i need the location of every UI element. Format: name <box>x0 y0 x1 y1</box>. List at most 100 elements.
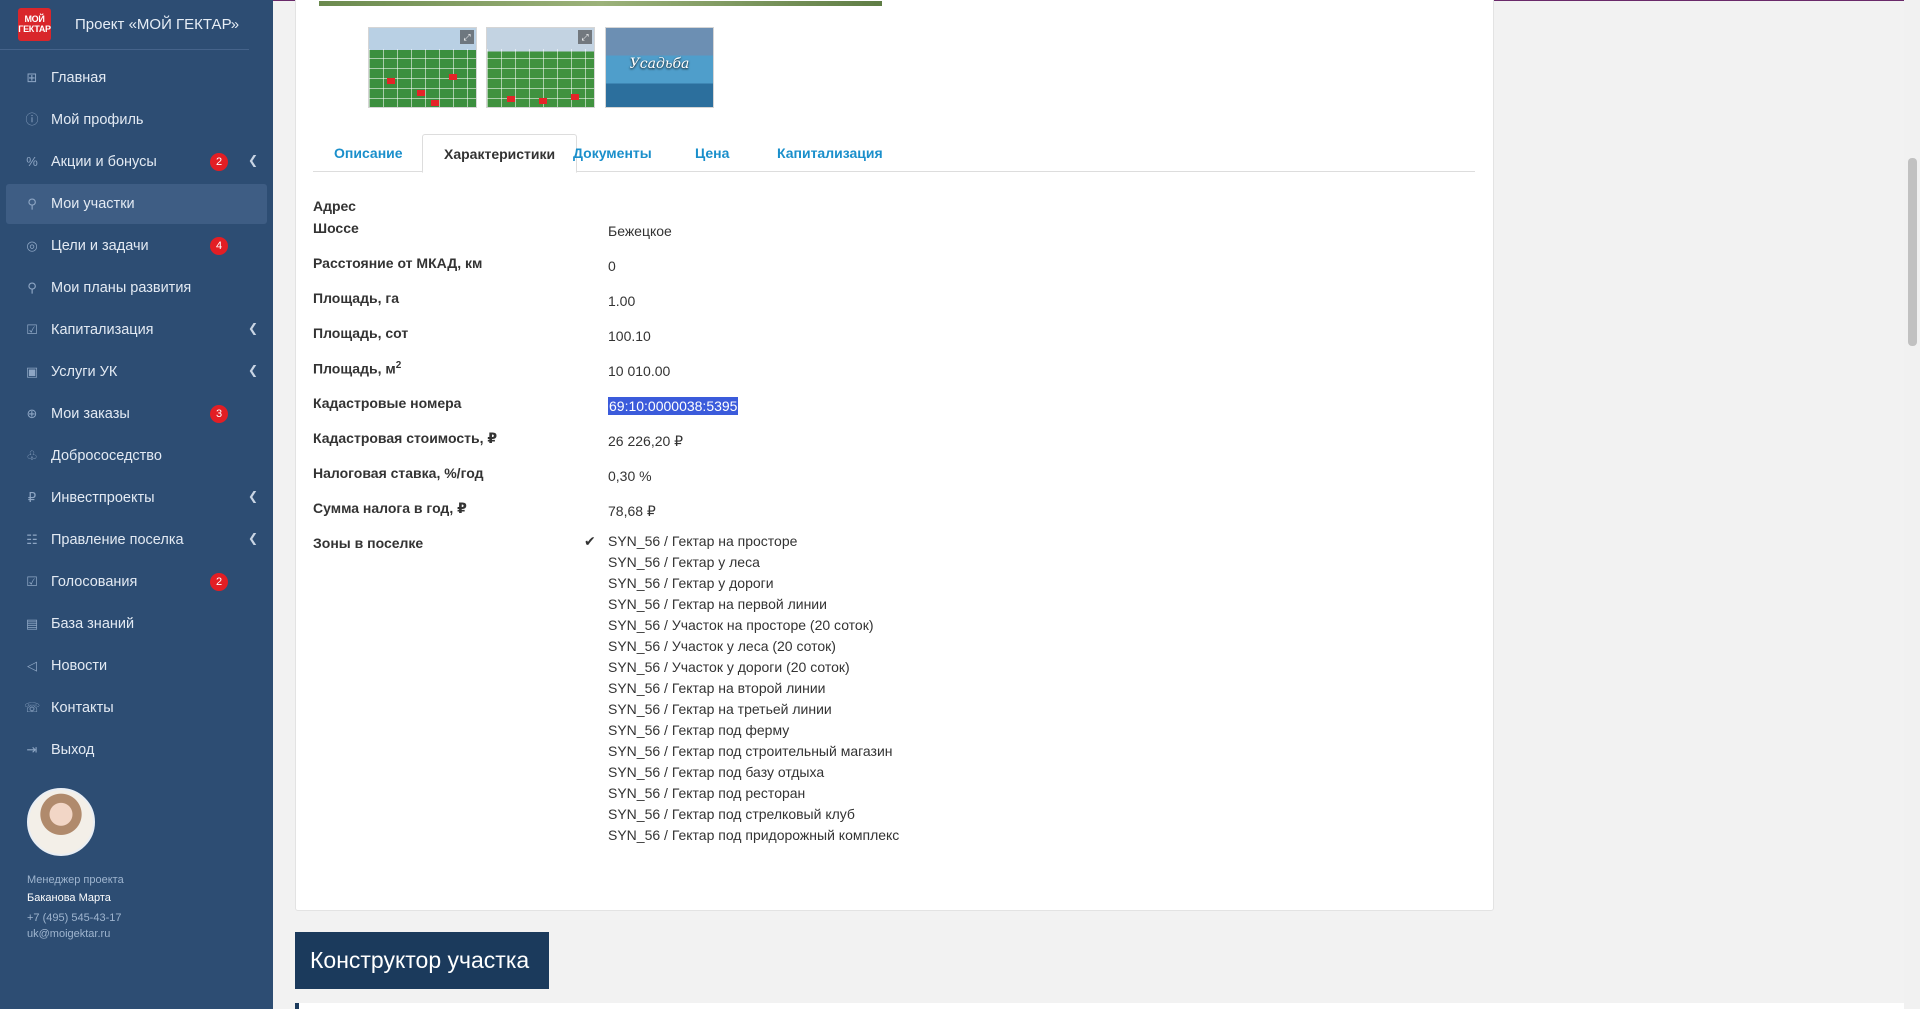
zone-item: SYN_56 / Гектар на просторе <box>608 533 798 549</box>
sidebar-item-label: Добрососедство <box>51 448 162 464</box>
zone-item: SYN_56 / Участок у леса (20 соток) <box>608 638 836 654</box>
sidebar-item-label: Правление поселка <box>51 532 184 548</box>
tax-rate-label: Налоговая ставка, %/год <box>313 465 484 481</box>
grid-icon: ⊞ <box>26 70 38 85</box>
address-label: Адрес <box>313 198 356 214</box>
shopping-bag-icon: ▣ <box>25 364 39 379</box>
project-manager-card: Менеджер проекта Баканова Марта +7 (495)… <box>27 788 247 940</box>
sidebar-item-5[interactable]: ⚲ Мои планы развития <box>6 268 267 308</box>
tab-price[interactable]: Цена <box>674 134 750 172</box>
chevron-left-icon: ❮ <box>248 489 259 503</box>
tab-documents[interactable]: Документы <box>552 134 673 172</box>
zones-label: Зоны в поселке <box>313 535 424 551</box>
sidebar-item-label: Услуги УК <box>51 364 118 380</box>
manager-role: Менеджер проекта <box>27 874 124 886</box>
map-pin-icon: ⚲ <box>27 196 37 211</box>
zone-item: SYN_56 / Гектар на первой линии <box>608 596 827 612</box>
zone-item: SYN_56 / Гектар под придорожный комплекс <box>608 827 900 843</box>
logo[interactable]: МОЙ ГЕКТАР <box>18 8 51 41</box>
book-icon: ▤ <box>25 616 39 631</box>
sidebar: МОЙ ГЕКТАР Проект «МОЙ ГЕКТАР» ⊞ Главная ⓘ… <box>0 0 273 1009</box>
expand-icon: ⤢ <box>460 30 474 44</box>
zones-list: ✔ SYN_56 / Гектар на просторе SYN_56 / Ге… <box>584 531 900 846</box>
megaphone-icon: ◁ <box>27 658 37 673</box>
zone-item: SYN_56 / Гектар под ресторан <box>608 785 806 801</box>
check-square-icon: ☑ <box>26 574 38 589</box>
sidebar-item-6[interactable]: ☑ Капитализация ❮ <box>6 310 267 350</box>
notification-badge: 2 <box>210 153 228 171</box>
highway-label: Шоссе <box>313 220 359 236</box>
thumbnail-aerial-plots-2[interactable]: ⤢ <box>486 27 595 108</box>
notification-badge: 3 <box>210 405 228 423</box>
sidebar-item-11[interactable]: ☷ Правление поселка ❮ <box>6 520 267 560</box>
logout-icon: ⇥ <box>26 742 38 757</box>
manager-email[interactable]: uk@moigektar.ru <box>27 928 247 940</box>
tab-description[interactable]: Описание <box>313 134 424 172</box>
zone-item: SYN_56 / Гектар под стрелковый клуб <box>608 806 855 822</box>
notification-badge: 2 <box>210 573 228 591</box>
page-scrollbar[interactable] <box>1904 0 1920 1009</box>
sidebar-item-3[interactable]: ⚲ Мои участки <box>6 184 267 224</box>
sidebar-item-12[interactable]: ☑ Голосования 2 <box>6 562 267 602</box>
sidebar-item-8[interactable]: ⊕ Мои заказы 3 <box>6 394 267 434</box>
manager-name: Баканова Марта <box>27 892 111 904</box>
phone-icon: ☏ <box>24 700 41 715</box>
expand-icon: ⤢ <box>578 30 592 44</box>
users-icon: ☷ <box>26 532 38 547</box>
plot-marker <box>387 78 395 84</box>
plot-marker <box>431 100 439 106</box>
sidebar-item-2[interactable]: % Акции и бонусы 2 ❮ <box>6 142 267 182</box>
manager-avatar <box>27 788 95 856</box>
plot-marker <box>417 90 425 96</box>
thumbnail-aerial-plots-1[interactable]: ⤢ <box>368 27 477 108</box>
sidebar-nav: ⊞ Главная ⓘ Мой профиль% Акции и бонусы 2 ❮ ⚲ Мо… <box>0 58 273 770</box>
brand[interactable]: МОЙ ГЕКТАР Проект «МОЙ ГЕКТАР» <box>0 0 249 50</box>
plot-marker <box>539 98 547 104</box>
sidebar-item-4[interactable]: ◎ Цели и задачи 4 <box>6 226 267 266</box>
sidebar-item-7[interactable]: ▣ Услуги УК ❮ <box>6 352 267 392</box>
manager-phone[interactable]: +7 (495) 545-43-17 <box>27 912 247 924</box>
tax-sum-label: Сумма налога в год, ₽ <box>313 500 467 516</box>
sidebar-item-16[interactable]: ⇥ Выход <box>6 730 267 770</box>
main-image-bottom-edge <box>319 1 882 6</box>
sidebar-item-15[interactable]: ☏ Контакты <box>6 688 267 728</box>
check-icon: ✔ <box>584 533 596 549</box>
tax-rate-value: 0,30 % <box>608 468 652 484</box>
cadastral-value[interactable]: 69:10:0000038:5395 <box>608 397 739 415</box>
cadastral-cost-label: Кадастровая стоимость, ₽ <box>313 430 498 446</box>
sidebar-item-label: Выход <box>51 742 95 758</box>
scrollbar-thumb[interactable] <box>1908 158 1917 346</box>
thumbnail-usadba[interactable]: Усадьба <box>605 27 714 108</box>
plots-grid <box>369 49 476 107</box>
area-m2-value: 10 010.00 <box>608 363 671 379</box>
sidebar-item-label: Мои заказы <box>51 406 130 422</box>
sidebar-item-label: Голосования <box>51 574 138 590</box>
cadastral-cost-value: 26 226,20 ₽ <box>608 433 684 449</box>
chevron-left-icon: ❮ <box>248 363 259 377</box>
tab-capitalization[interactable]: Капитализация <box>756 134 904 172</box>
check-square-icon: ☑ <box>26 322 38 337</box>
zone-item: SYN_56 / Гектар на второй линии <box>608 680 826 696</box>
sidebar-item-13[interactable]: ▤ База знаний <box>6 604 267 644</box>
area-m2-label: Площадь, м2 <box>313 360 401 377</box>
zone-item: SYN_56 / Участок на просторе (20 соток) <box>608 617 874 633</box>
zone-item: SYN_56 / Гектар под ферму <box>608 722 790 738</box>
chevron-left-icon: ❮ <box>248 153 259 167</box>
sidebar-item-9[interactable]: ♧ Добрососедство <box>6 436 267 476</box>
zone-item: SYN_56 / Гектар под базу отдыха <box>608 764 825 780</box>
brand-title[interactable]: Проект «МОЙ ГЕКТАР» <box>75 16 239 33</box>
plot-marker <box>507 96 515 102</box>
sidebar-item-label: Контакты <box>51 700 114 716</box>
sidebar-item-0[interactable]: ⊞ Главная <box>6 58 267 98</box>
sidebar-item-label: Мои планы развития <box>51 280 192 296</box>
sidebar-item-10[interactable]: ₽ Инвестпроекты ❮ <box>6 478 267 518</box>
cart-icon: ⊕ <box>26 406 38 421</box>
sidebar-item-14[interactable]: ◁ Новости <box>6 646 267 686</box>
thumbnail-caption: Усадьба <box>629 56 690 72</box>
plot-details-card: ⤢ ⤢ Усадьба Описание Характеристики Доку… <box>295 0 1494 911</box>
tax-sum-value: 78,68 ₽ <box>608 503 656 519</box>
zone-item: SYN_56 / Гектар под строительный магазин <box>608 743 893 759</box>
sidebar-item-1[interactable]: ⓘ Мой профиль <box>6 100 267 140</box>
sidebar-item-label: Инвестпроекты <box>51 490 155 506</box>
plot-marker <box>571 94 579 100</box>
